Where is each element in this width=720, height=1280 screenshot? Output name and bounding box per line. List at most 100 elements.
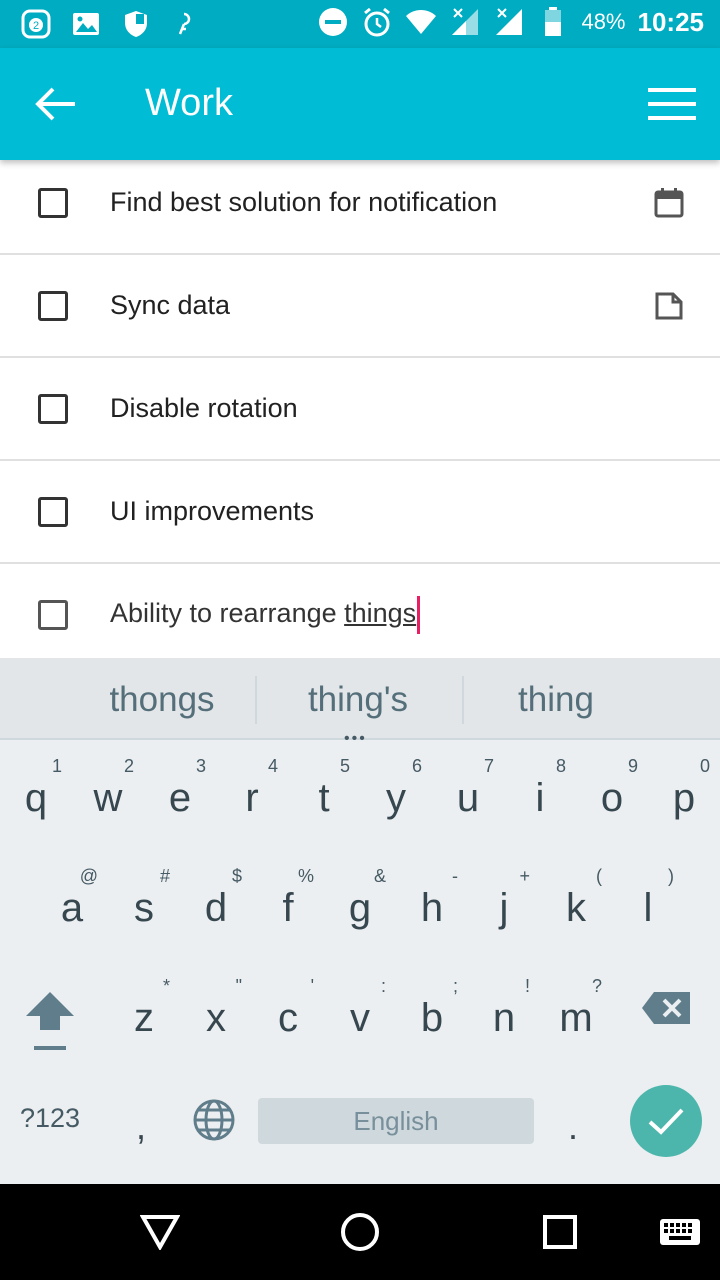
app-bar: Work [0,48,720,160]
key-g[interactable]: & g [324,858,396,968]
clock: 10:25 [637,6,705,37]
key-w[interactable]: 2w [72,748,144,858]
language-key[interactable] [192,1098,240,1146]
key-y[interactable]: 6y [360,748,432,858]
task-edit-field[interactable]: Ability to rearrange things [110,595,421,634]
key-e[interactable]: 3e [144,748,216,858]
instagram-notification-icon: 2 [20,8,52,40]
key-hint: ) [668,866,674,886]
task-text[interactable]: Sync data [110,290,230,321]
menu-button[interactable] [648,80,696,128]
suggestion-2[interactable]: thing's [258,680,458,720]
key-x[interactable]: " x [180,968,252,1078]
key-icon [170,8,202,40]
key-i[interactable]: 8i [504,748,576,858]
key-hint: 9 [627,756,638,776]
key-hint: # [159,866,170,886]
symbols-key[interactable]: ?123 [20,1103,80,1134]
triangle-down-icon [140,1215,180,1250]
key-a[interactable]: @ a [36,858,108,968]
arrow-back-icon [35,87,75,121]
task-checkbox[interactable] [38,599,68,630]
key-q[interactable]: 1q [0,748,72,858]
task-text-prefix: Ability to rearrange [110,597,345,628]
suggestion-3[interactable]: thing [456,680,656,720]
do-not-disturb-icon [317,6,349,38]
suggestion-strip: thongs thing's ••• thing [0,658,720,747]
key-l[interactable]: ) l [612,858,684,968]
key-p[interactable]: 0p [648,748,720,858]
home-nav-button[interactable] [336,1208,384,1256]
task-row[interactable]: UI improvements [0,461,720,564]
back-nav-button[interactable] [136,1208,184,1256]
keyboard-switch-button[interactable] [656,1208,704,1256]
key-label: h [420,886,444,930]
key-label: k [566,886,586,930]
page-title: Work [145,82,233,124]
key-hint: 7 [483,756,494,776]
back-button[interactable] [30,78,82,130]
task-row[interactable]: Disable rotation [0,358,720,461]
task-row[interactable]: Find best solution for notification [0,152,720,255]
battery-icon [537,6,569,38]
composing-word: things [344,597,417,628]
key-hint: 6 [411,756,422,776]
key-m[interactable]: ? m [540,968,612,1078]
key-u[interactable]: 7u [432,748,504,858]
more-suggestions-icon[interactable]: ••• [344,730,367,748]
backspace-key[interactable] [640,988,700,1038]
space-bar[interactable]: English [258,1098,534,1144]
key-b[interactable]: ; b [396,968,468,1078]
key-f[interactable]: % f [252,858,324,968]
key-label: u [456,776,480,820]
task-text[interactable]: UI improvements [110,496,314,527]
key-hint: 2 [123,756,134,776]
key-o[interactable]: 9o [576,748,648,858]
key-n[interactable]: ! n [468,968,540,1078]
calendar-icon[interactable] [652,186,686,220]
key-hint: : [380,976,386,996]
task-row-editing[interactable]: Ability to rearrange things [0,564,720,665]
key-s[interactable]: # s [108,858,180,968]
task-row[interactable]: Sync data [0,255,720,358]
key-label: r [245,776,259,820]
recents-nav-button[interactable] [536,1208,584,1256]
task-text[interactable]: Find best solution for notification [110,187,497,218]
key-h[interactable]: -h [396,858,468,968]
notification-count: 2 [33,20,39,32]
key-hint: " [235,976,242,996]
key-k[interactable]: (k [540,858,612,968]
key-label: s [134,886,154,930]
key-c[interactable]: ' c [252,968,324,1078]
task-checkbox[interactable] [38,393,68,424]
note-icon[interactable] [652,289,686,323]
task-checkbox[interactable] [38,496,68,527]
task-text[interactable]: Disable rotation [110,393,298,424]
task-checkbox[interactable] [38,290,68,321]
text-cursor [417,595,421,634]
key-hint: 3 [195,756,206,776]
key-hint: $ [231,866,242,886]
key-label: m [559,996,593,1040]
navigation-bar [0,1184,720,1280]
key-j[interactable]: + j [468,858,540,968]
key-hint: * [162,976,170,996]
key-z[interactable]: * z [108,968,180,1078]
key-d[interactable]: $ d [180,858,252,968]
key-label: w [93,776,123,820]
comma-key[interactable]: , [136,1106,146,1148]
key-label: f [282,886,294,930]
suggestion-1[interactable]: thongs [62,680,262,720]
key-hint: ' [310,976,314,996]
key-hint: ; [452,976,458,996]
key-t[interactable]: 5t [288,748,360,858]
enter-button[interactable] [630,1085,702,1157]
key-label: y [386,776,406,820]
period-key[interactable]: . [568,1106,578,1148]
key-r[interactable]: 4r [216,748,288,858]
key-v[interactable]: :v [324,968,396,1078]
hamburger-icon [648,88,696,120]
keyboard-icon [660,1219,700,1245]
shift-key[interactable] [22,988,78,1058]
task-checkbox[interactable] [38,187,68,218]
